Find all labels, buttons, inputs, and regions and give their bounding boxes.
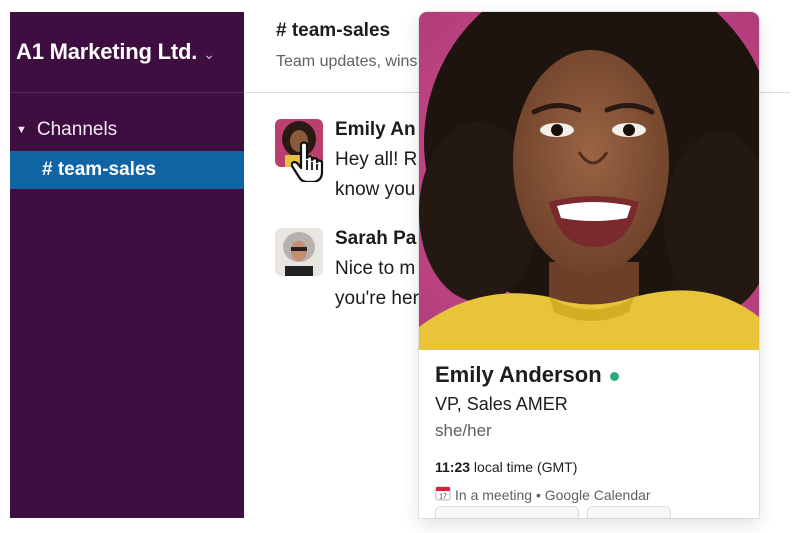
profile-photo[interactable]	[419, 12, 759, 350]
sidebar: A1 Marketing Ltd. ⌄ ▼ Channels # team-sa…	[10, 12, 244, 518]
message-text: Hey all! R	[335, 149, 418, 170]
chevron-down-icon[interactable]: ⌄	[203, 46, 215, 63]
profile-local-time: 11:23 local time (GMT)	[435, 459, 745, 475]
profile-action-button[interactable]	[435, 506, 579, 518]
profile-actions	[435, 506, 671, 518]
active-presence-icon	[609, 371, 619, 381]
channel-description: Team updates, wins	[276, 53, 418, 70]
profile-action-button[interactable]	[587, 506, 671, 518]
channels-section-label: Channels	[36, 119, 118, 140]
message-text: Nice to m	[335, 258, 416, 279]
message-text: you're her	[335, 288, 419, 309]
profile-title: VP, Sales AMER	[435, 394, 568, 414]
profile-name-row: Emily Anderson	[435, 362, 745, 388]
sidebar-item-team-sales[interactable]: # team-sales	[10, 151, 244, 189]
status-text: In a meeting • Google Calendar	[455, 486, 651, 503]
profile-name[interactable]: Emily Anderson	[435, 362, 602, 388]
svg-text:17: 17	[439, 494, 447, 501]
workspace-name[interactable]: A1 Marketing Ltd.	[16, 39, 197, 65]
local-time-value: 11:23	[435, 459, 471, 475]
message-text: know you	[335, 179, 416, 200]
profile-info: Emily Anderson VP, Sales AMER she/her 11…	[435, 362, 745, 504]
message-body: Sarah Pa Nice to m you're her	[335, 228, 419, 314]
calendar-icon: 17	[435, 485, 451, 504]
local-time-suffix: local time (GMT)	[470, 459, 578, 475]
message-author[interactable]: Sarah Pa	[335, 228, 419, 250]
hand-pointer-cursor-icon	[290, 140, 327, 187]
workspace-header[interactable]: A1 Marketing Ltd. ⌄	[10, 12, 244, 93]
profile-pronouns: she/her	[435, 421, 492, 440]
profile-card: Emily Anderson VP, Sales AMER she/her 11…	[419, 12, 759, 518]
message-body: Emily An Hey all! R know you	[335, 119, 419, 205]
profile-status: 17 In a meeting • Google Calendar	[435, 485, 745, 504]
message-author[interactable]: Emily An	[335, 119, 419, 141]
avatar-sarah[interactable]	[275, 228, 323, 276]
channels-section-header[interactable]: ▼ Channels	[10, 119, 244, 141]
caret-down-icon[interactable]: ▼	[16, 124, 27, 136]
